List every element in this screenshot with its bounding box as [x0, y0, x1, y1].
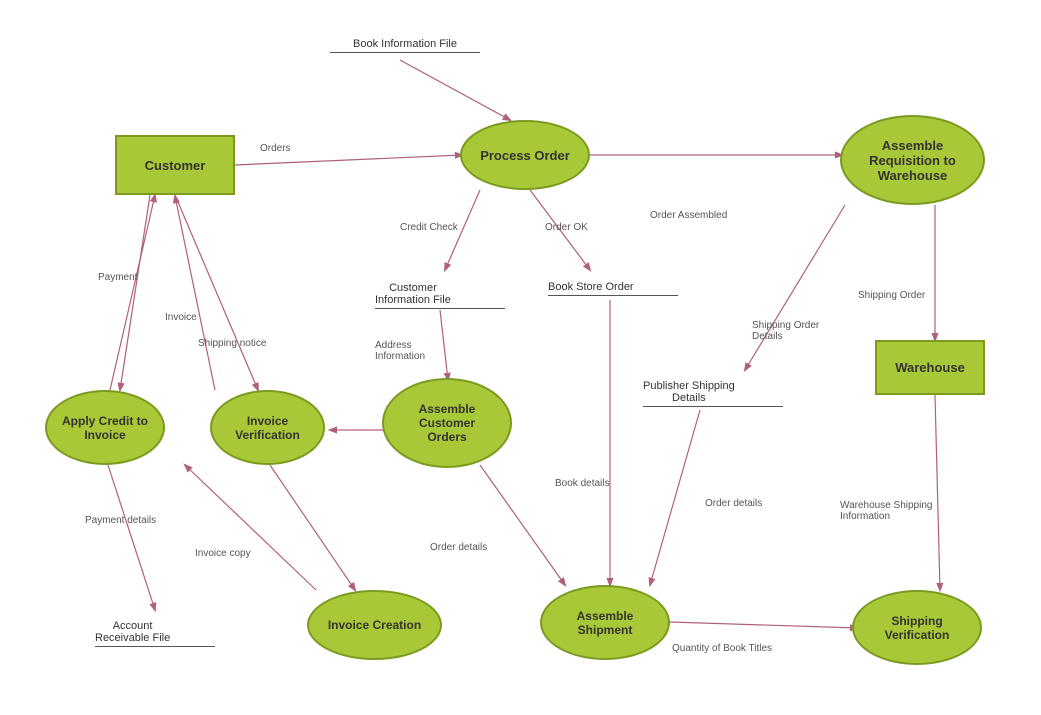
book-store-order-underline [548, 295, 678, 296]
label-payment: Payment [98, 272, 137, 283]
apply-credit-node[interactable]: Apply Credit to Invoice [45, 390, 165, 465]
label-warehouse-shipping: Warehouse Shipping Information [840, 500, 932, 522]
label-shipping-order-details: Shipping Order Details [752, 320, 819, 342]
warehouse-node[interactable]: Warehouse [875, 340, 985, 395]
label-invoice: Invoice [165, 312, 197, 323]
label-order-assembled: Order Assembled [650, 210, 727, 221]
label-invoice-copy: Invoice copy [195, 548, 251, 559]
publisher-shipping-label: Publisher Shipping Details [643, 380, 735, 404]
publisher-shipping-underline [643, 406, 783, 407]
book-store-order-label: Book Store Order [548, 281, 634, 293]
label-payment-details: Payment details [85, 515, 156, 526]
customer-info-file-label: Customer Information File [375, 282, 451, 306]
warehouse-label: Warehouse [895, 360, 965, 375]
label-order-details-assemble: Order details [430, 542, 487, 553]
customer-label: Customer [145, 158, 206, 173]
label-order-ok: Order OK [545, 222, 588, 233]
assemble-customer-label: Assemble Customer Orders [419, 402, 476, 444]
customer-info-file-node[interactable]: Customer Information File [375, 270, 505, 320]
publisher-shipping-node[interactable]: Publisher Shipping Details [643, 368, 783, 418]
shipping-verification-node[interactable]: Shipping Verification [852, 590, 982, 665]
account-receivable-underline [95, 646, 215, 647]
assemble-customer-node[interactable]: Assemble Customer Orders [382, 378, 512, 468]
label-orders: Orders [260, 143, 291, 154]
label-address-info: Address Information [375, 340, 425, 362]
assemble-shipment-label: Assemble Shipment [577, 609, 634, 637]
process-order-label: Process Order [480, 148, 570, 163]
customer-info-underline [375, 308, 505, 309]
label-shipping-notice: Shipping notice [198, 338, 266, 349]
assemble-shipment-node[interactable]: Assemble Shipment [540, 585, 670, 660]
assemble-req-node[interactable]: Assemble Requisition to Warehouse [840, 115, 985, 205]
apply-credit-label: Apply Credit to Invoice [62, 414, 148, 442]
account-receivable-node[interactable]: Account Receivable File [95, 608, 215, 658]
customer-node[interactable]: Customer [115, 135, 235, 195]
book-info-file-underline [330, 52, 480, 53]
invoice-creation-node[interactable]: Invoice Creation [307, 590, 442, 660]
assemble-req-label: Assemble Requisition to Warehouse [869, 138, 956, 183]
account-receivable-label: Account Receivable File [95, 620, 170, 644]
book-info-file-node[interactable]: Book Information File [330, 25, 480, 65]
invoice-verification-node[interactable]: Invoice Verification [210, 390, 325, 465]
shipping-verification-label: Shipping Verification [885, 614, 950, 642]
invoice-verification-label: Invoice Verification [235, 414, 300, 442]
label-order-details-ship: Order details [705, 498, 762, 509]
label-shipping-order: Shipping Order [858, 290, 925, 301]
label-quantity-book-titles: Quantity of Book Titles [672, 643, 772, 654]
invoice-creation-label: Invoice Creation [328, 618, 421, 632]
label-book-details: Book details [555, 478, 609, 489]
book-store-order-node[interactable]: Book Store Order [548, 268, 678, 308]
diagram-container: Book Information File Process Order Cust… [0, 0, 1041, 715]
label-credit-check: Credit Check [400, 222, 458, 233]
book-info-file-label: Book Information File [353, 38, 457, 50]
process-order-node[interactable]: Process Order [460, 120, 590, 190]
